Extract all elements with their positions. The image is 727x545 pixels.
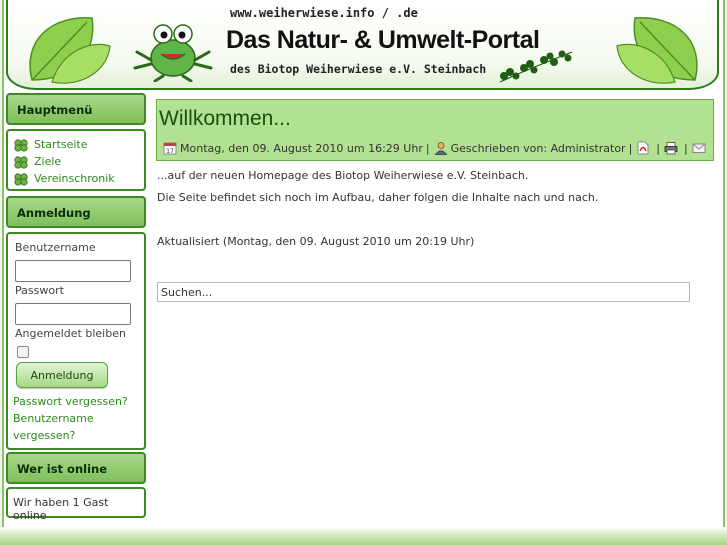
- search-input[interactable]: [157, 282, 690, 302]
- pdf-icon[interactable]: [636, 141, 650, 155]
- article-updated: Aktualisiert (Montag, den 09. August 201…: [157, 235, 475, 248]
- article-paragraph-1: ...auf der neuen Homepage des Biotop Wei…: [157, 169, 529, 182]
- portal-subtitle: des Biotop Weiherwiese e.V. Steinbach: [230, 62, 487, 76]
- menu-item-label[interactable]: Vereinschronik: [34, 172, 115, 185]
- menu-item-label[interactable]: Ziele: [34, 155, 61, 168]
- login-links: Passwort vergessen? Benutzername vergess…: [13, 393, 143, 444]
- user-icon: [434, 142, 447, 155]
- article-header: Willkommen... 17 Montag, den 09. August …: [156, 99, 714, 161]
- password-input[interactable]: [15, 303, 131, 325]
- username-label: Benutzername: [15, 241, 96, 254]
- clover-icon: [14, 138, 28, 152]
- password-label: Passwort: [15, 284, 64, 297]
- clover-icon: [14, 155, 28, 169]
- forgot-password-link[interactable]: Passwort vergessen?: [13, 395, 128, 408]
- login-form: Benutzername Passwort Angemeldet bleiben…: [6, 232, 146, 450]
- menu-item-label[interactable]: Startseite: [34, 138, 88, 151]
- calendar-icon: 17: [163, 142, 177, 155]
- username-input[interactable]: [15, 260, 131, 282]
- menu-item-ziele[interactable]: Ziele: [13, 153, 144, 170]
- main-menu-heading: Hauptmenü: [6, 93, 146, 125]
- article-author: Geschrieben von: Administrator: [450, 141, 626, 155]
- clover-icon: [14, 172, 28, 186]
- frog-mascot-icon: [133, 24, 213, 82]
- main-menu: Startseite Ziele Vereinschronik: [6, 129, 146, 191]
- forgot-username-link[interactable]: Benutzername vergessen?: [13, 412, 94, 442]
- bottom-strip: [0, 527, 727, 545]
- email-icon[interactable]: [692, 141, 706, 155]
- svg-text:17: 17: [166, 148, 174, 155]
- article-date: Montag, den 09. August 2010 um 16:29 Uhr: [180, 141, 423, 155]
- portal-title: Das Natur- & Umwelt-Portal: [226, 26, 540, 54]
- online-box: Wir haben 1 Gast online: [6, 487, 146, 522]
- remember-label: Angemeldet bleiben: [15, 327, 126, 340]
- login-heading: Anmeldung: [6, 196, 146, 228]
- clover-decoration-icon: [499, 50, 573, 83]
- login-button[interactable]: Anmeldung: [16, 362, 108, 388]
- menu-item-startseite[interactable]: Startseite: [13, 136, 144, 153]
- menu-item-vereinschronik[interactable]: Vereinschronik: [13, 170, 144, 187]
- online-text: Wir haben 1 Gast online: [13, 496, 109, 522]
- remember-checkbox[interactable]: [17, 346, 29, 358]
- article-paragraph-2: Die Seite befindet sich noch im Aufbau, …: [157, 191, 599, 204]
- site-url: www.weiherwiese.info / .de: [230, 6, 418, 20]
- header-banner: www.weiherwiese.info / .de Das Natur- & …: [6, 0, 719, 90]
- leaf-right-icon: [616, 17, 698, 84]
- article-meta: 17 Montag, den 09. August 2010 um 16:29 …: [163, 141, 709, 155]
- article-title: Willkommen...: [159, 107, 291, 130]
- print-icon[interactable]: [664, 141, 678, 155]
- online-heading: Wer ist online: [6, 452, 146, 484]
- leaf-left-icon: [29, 17, 111, 84]
